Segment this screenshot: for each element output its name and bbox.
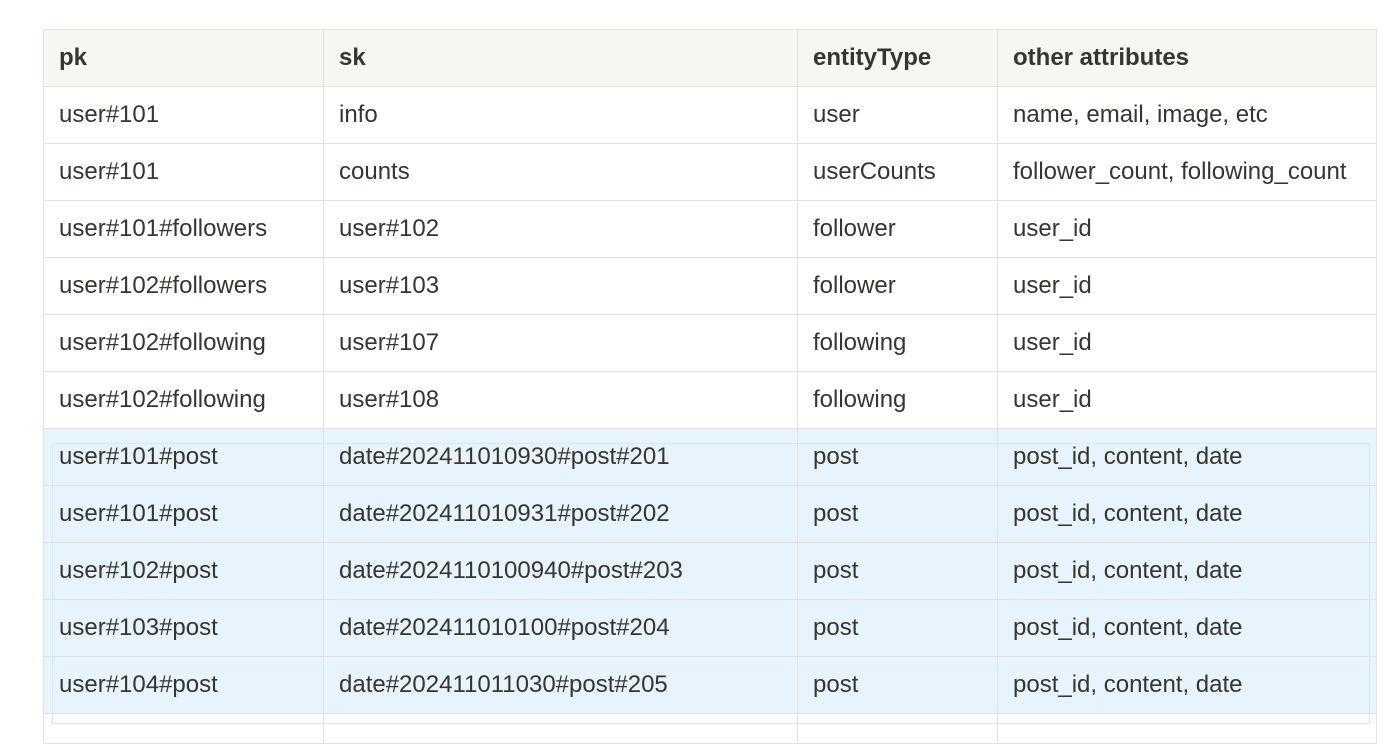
column-header-pk[interactable]: pk xyxy=(43,29,324,87)
cell-sk[interactable]: date#202411010930#post#201 xyxy=(323,428,798,486)
cell-other-attributes[interactable]: post_id, content, date xyxy=(997,542,1377,600)
empty-cell[interactable] xyxy=(797,713,998,744)
empty-cell[interactable] xyxy=(997,713,1377,744)
data-table: pk sk entityType other attributes user#1… xyxy=(43,29,1377,744)
cell-other-attributes[interactable]: user_id xyxy=(997,257,1377,315)
cell-entity-type[interactable]: post xyxy=(797,428,998,486)
cell-sk[interactable]: date#202411010100#post#204 xyxy=(323,599,798,657)
cell-sk[interactable]: user#102 xyxy=(323,200,798,258)
table-row[interactable]: user#102#following user#108 following user_… xyxy=(43,371,1377,429)
cell-other-attributes[interactable]: follower_count, following_count xyxy=(997,143,1377,201)
table-row[interactable]: user#101 info user name, email, image, etc xyxy=(43,86,1377,144)
cell-pk[interactable]: user#102#post xyxy=(43,542,324,600)
cell-sk[interactable]: user#103 xyxy=(323,257,798,315)
cell-entity-type[interactable]: post xyxy=(797,656,998,714)
cell-pk[interactable]: user#102#following xyxy=(43,314,324,372)
cell-pk[interactable]: user#101#followers xyxy=(43,200,324,258)
cell-pk[interactable]: user#102#followers xyxy=(43,257,324,315)
cell-pk[interactable]: user#101#post xyxy=(43,428,324,486)
cell-sk[interactable]: date#202411010931#post#202 xyxy=(323,485,798,543)
cell-sk[interactable]: user#107 xyxy=(323,314,798,372)
cell-sk[interactable]: date#202411011030#post#205 xyxy=(323,656,798,714)
cell-pk[interactable]: user#102#following xyxy=(43,371,324,429)
cell-pk[interactable]: user#101 xyxy=(43,143,324,201)
cell-entity-type[interactable]: post xyxy=(797,485,998,543)
cell-pk[interactable]: user#101 xyxy=(43,86,324,144)
cell-sk[interactable]: user#108 xyxy=(323,371,798,429)
table-row[interactable]: user#101#post date#202411010930#post#201 p… xyxy=(43,428,1377,486)
header-row: pk sk entityType other attributes xyxy=(43,29,1377,87)
cell-entity-type[interactable]: follower xyxy=(797,200,998,258)
cell-other-attributes[interactable]: user_id xyxy=(997,371,1377,429)
table-body: user#101 info user name, email, image, etc u… xyxy=(43,86,1377,744)
cell-other-attributes[interactable]: name, email, image, etc xyxy=(997,86,1377,144)
cell-entity-type[interactable]: user xyxy=(797,86,998,144)
cell-pk[interactable]: user#103#post xyxy=(43,599,324,657)
table-row[interactable]: user#101 counts userCounts follower_count, … xyxy=(43,143,1377,201)
cell-sk[interactable]: counts xyxy=(323,143,798,201)
cell-entity-type[interactable]: follower xyxy=(797,257,998,315)
column-header-sk[interactable]: sk xyxy=(323,29,798,87)
column-header-other-attributes[interactable]: other attributes xyxy=(997,29,1377,87)
cell-sk[interactable]: info xyxy=(323,86,798,144)
table-row[interactable]: user#103#post date#202411010100#post#204 p… xyxy=(43,599,1377,657)
table-container: pk sk entityType other attributes user#1… xyxy=(43,29,1377,744)
cell-pk[interactable]: user#101#post xyxy=(43,485,324,543)
empty-cell[interactable] xyxy=(43,713,324,744)
cell-other-attributes[interactable]: user_id xyxy=(997,200,1377,258)
column-header-entity-type[interactable]: entityType xyxy=(797,29,998,87)
cell-sk[interactable]: date#2024110100940#post#203 xyxy=(323,542,798,600)
table-row[interactable]: user#102#followers user#103 follower user_i… xyxy=(43,257,1377,315)
cell-entity-type[interactable]: post xyxy=(797,599,998,657)
cell-entity-type[interactable]: following xyxy=(797,371,998,429)
cell-other-attributes[interactable]: post_id, content, date xyxy=(997,485,1377,543)
cell-pk[interactable]: user#104#post xyxy=(43,656,324,714)
cell-entity-type[interactable]: following xyxy=(797,314,998,372)
cell-other-attributes[interactable]: post_id, content, date xyxy=(997,599,1377,657)
empty-row[interactable] xyxy=(43,713,1377,744)
cell-other-attributes[interactable]: post_id, content, date xyxy=(997,428,1377,486)
cell-other-attributes[interactable]: post_id, content, date xyxy=(997,656,1377,714)
cell-entity-type[interactable]: post xyxy=(797,542,998,600)
table-row[interactable]: user#102#following user#107 following user_… xyxy=(43,314,1377,372)
cell-entity-type[interactable]: userCounts xyxy=(797,143,998,201)
table-row[interactable]: user#101#followers user#102 follower user_i… xyxy=(43,200,1377,258)
table-row[interactable]: user#104#post date#202411011030#post#205 p… xyxy=(43,656,1377,714)
empty-cell[interactable] xyxy=(323,713,798,744)
table-row[interactable]: user#101#post date#202411010931#post#202 p… xyxy=(43,485,1377,543)
cell-other-attributes[interactable]: user_id xyxy=(997,314,1377,372)
table-row[interactable]: user#102#post date#2024110100940#post#203… xyxy=(43,542,1377,600)
